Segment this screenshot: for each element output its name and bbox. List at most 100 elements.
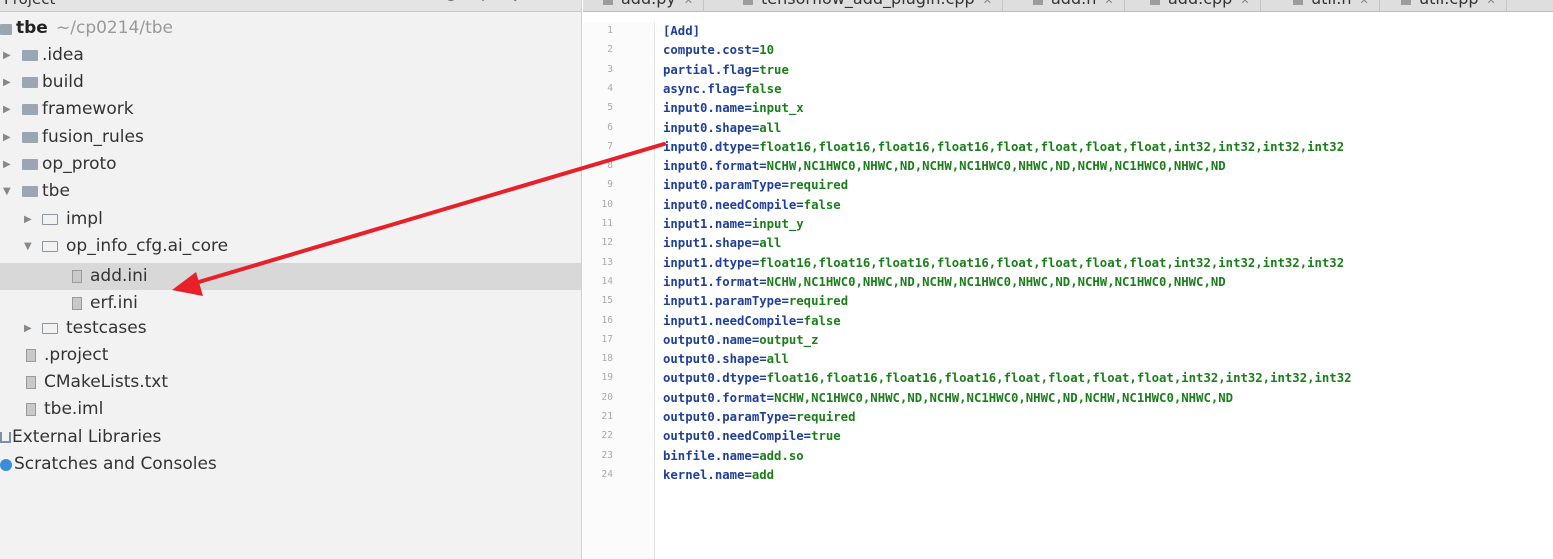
tree-item-cmakelists[interactable]: CMakeLists.txt [0,369,581,396]
tree-item-idea[interactable]: ▶ .idea [0,42,581,69]
folder-icon [22,186,38,197]
line-number: 18 [601,353,613,365]
close-icon[interactable]: ✕ [1104,0,1113,7]
code-line[interactable]: input1.shape=all [663,234,781,253]
code-line[interactable]: input1.name=input_y [663,215,804,234]
code-line[interactable]: input0.dtype=float16,float16,float16,flo… [663,138,1344,157]
config-value: false [803,197,841,212]
config-key: kernel.name [663,467,745,482]
equals-sign: = [744,101,752,116]
config-key: async.flag [663,81,738,96]
project-panel-title[interactable]: Project [4,0,55,8]
equals-sign: = [759,274,767,289]
code-line[interactable]: output0.name=output_z [663,331,818,350]
config-key: partial.flag [663,62,752,77]
tab-label: add.h [1051,0,1096,8]
chevron-right-icon[interactable]: ▶ [24,206,32,233]
tab-add-py[interactable]: add.py ✕ [593,0,705,12]
chevron-right-icon[interactable]: ▶ [3,69,11,96]
tab-add-h[interactable]: add.h ✕ [1023,0,1125,12]
tab-util-cpp[interactable]: util.cpp ✕ [1391,0,1507,12]
tab-label: util.h [1311,0,1352,8]
code-line[interactable]: input1.dtype=float16,float16,float16,flo… [663,254,1344,273]
close-icon[interactable]: ✕ [1360,0,1369,7]
folder-icon [22,77,38,88]
tab-add-cpp[interactable]: add.cpp ✕ [1140,0,1261,12]
tree-item-framework[interactable]: ▶ framework [0,96,581,123]
folder-icon [42,241,58,252]
close-icon[interactable]: ✕ [983,0,992,7]
chevron-right-icon[interactable]: ▶ [3,124,11,151]
tree-item-label: impl [66,209,103,229]
tree-item-tbe[interactable]: ▼ tbe [0,178,581,205]
chevron-down-icon[interactable]: ▼ [24,233,32,260]
chevron-right-icon[interactable]: ▶ [3,96,11,123]
config-value: all [759,236,782,251]
config-key: input0.shape [663,120,752,135]
line-number: 5 [607,102,613,114]
config-value: float16,float16,float16,float16,float,fl… [766,371,1352,386]
config-value: input_y [751,217,804,231]
config-value: all [759,120,782,135]
code-line[interactable]: output0.dtype=float16,float16,float16,fl… [663,369,1352,388]
chevron-right-icon[interactable]: ▶ [3,151,11,178]
tree-item-testcases[interactable]: ▶ testcases [0,315,581,342]
config-value: output_z [759,332,819,347]
chevron-right-icon[interactable]: ▶ [24,315,32,342]
code-line[interactable]: input0.name=input_x [663,99,804,118]
config-value: required [796,410,856,424]
code-line[interactable]: input1.needCompile=false [663,312,841,331]
tree-item-add-ini[interactable]: add.ini [0,263,581,290]
tree-item-erf-ini[interactable]: erf.ini [0,290,581,317]
code-line[interactable]: output0.needCompile=true [663,427,841,446]
code-line[interactable]: input0.shape=all [663,119,781,138]
close-icon[interactable]: ✕ [684,0,693,7]
config-key: input0.dtype [663,139,752,154]
tab-util-h[interactable]: util.h ✕ [1283,0,1380,12]
chevron-right-icon[interactable]: ▶ [3,42,11,69]
line-number: 9 [607,179,613,191]
tree-item-op-info-cfg-ai-core[interactable]: ▼ op_info_cfg.ai_core [0,233,581,260]
code-line[interactable]: input1.paramType=required [663,292,848,311]
tree-item-project-file[interactable]: .project [0,342,581,369]
config-value: true [811,429,841,444]
close-icon[interactable]: ✕ [1487,0,1496,7]
close-icon[interactable]: ✕ [1240,0,1249,7]
code-line[interactable]: input0.paramType=required [663,176,848,195]
equals-sign: = [766,390,775,405]
config-key: [Add] [663,24,701,38]
code-line[interactable]: input0.needCompile=false [663,196,841,215]
tree-item-impl[interactable]: ▶ impl [0,206,581,233]
code-line[interactable]: async.flag=false [663,80,781,99]
config-key: compute.cost [663,43,752,58]
code-line[interactable]: binfile.name=add.so [663,447,804,466]
tree-item-external-libraries[interactable]: External Libraries [0,424,581,451]
code-line[interactable]: kernel.name=add [663,466,774,485]
tree-item-fusion-rules[interactable]: ▶ fusion_rules [0,124,581,151]
code-line[interactable]: input0.format=NCHW,NC1HWC0,NHWC,ND,NCHW,… [663,157,1226,176]
code-line[interactable]: output0.format=NCHW,NC1HWC0,NHWC,ND,NCHW… [663,389,1233,408]
code-line[interactable]: [Add] [663,22,700,41]
tree-item-op-proto[interactable]: ▶ op_proto [0,151,581,178]
tab-tensorflow-add-plugin-cpp[interactable]: tensorflow_add_plugin.cpp ✕ [733,0,1003,12]
code-line[interactable]: input1.format=NCHW,NC1HWC0,NHWC,ND,NCHW,… [663,273,1226,292]
line-number: 10 [601,198,613,210]
tree-item-root-tbe[interactable]: tbe ~/cp0214/tbe [0,15,581,42]
code-line[interactable]: output0.paramType=required [663,408,856,427]
chevron-down-icon[interactable]: ▼ [3,178,11,205]
line-number: 8 [607,160,613,172]
project-folder-icon [0,24,12,35]
config-value: NCHW,NC1HWC0,NHWC,ND,NCHW,NC1HWC0,NHWC,N… [766,274,1226,289]
config-key: output0.shape [663,352,760,367]
config-value: add [751,467,775,482]
code-line[interactable]: partial.flag=true [663,61,789,80]
equals-sign: = [744,467,752,482]
equals-sign: = [803,429,812,444]
code-line[interactable]: compute.cost=10 [663,41,774,60]
code-line[interactable]: output0.shape=all [663,350,789,369]
project-panel-tool-icons[interactable]: ⊕ ≑ ✻ — [445,0,564,5]
tree-item-tbe-iml[interactable]: tbe.iml [0,396,581,423]
tree-item-build[interactable]: ▶ build [0,69,581,96]
tab-label: add.py [621,0,676,8]
tree-item-scratches[interactable]: Scratches and Consoles [0,451,581,478]
